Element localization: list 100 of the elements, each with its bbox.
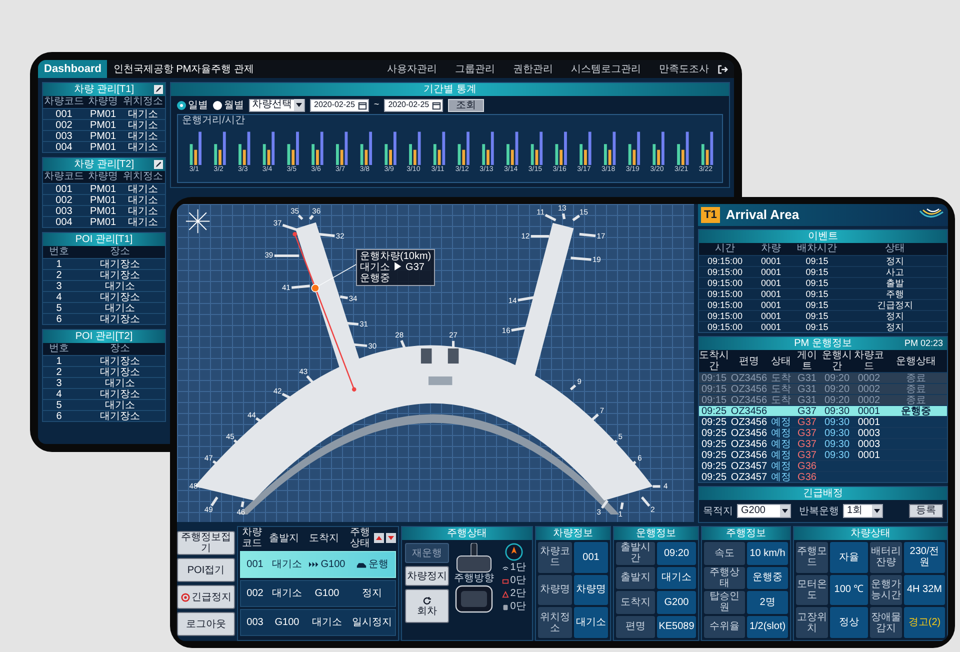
table-row[interactable]: 003 G100 대기소 일시정지	[240, 609, 396, 636]
table-cell-text: OZ3456	[730, 417, 768, 428]
table-row[interactable]: 09:25 OZ3457 예정 G36	[699, 460, 947, 471]
table-row[interactable]: 09:25 OZ3456 예정 G37 09:30 0001	[699, 416, 947, 427]
field-value: 운행중	[747, 566, 788, 589]
vehicle-select[interactable]: 차량선택	[249, 98, 305, 112]
siren-icon	[180, 592, 190, 602]
nav-link[interactable]: 시스템로그관리	[571, 62, 641, 76]
column-header: 운행상태	[895, 356, 937, 366]
table-row[interactable]: 09:25 OZ3456 예정 G37 09:30 0003	[699, 438, 947, 449]
area-title: Arrival Area	[726, 206, 800, 224]
table-cell-text: 예정	[770, 461, 792, 472]
column-header: 위치정소	[122, 171, 164, 183]
return-button[interactable]: 회차	[405, 589, 449, 623]
column-header: 차량코드	[43, 96, 85, 108]
panel-title: POI 관리[T1]	[75, 233, 133, 246]
scroll-up-button[interactable]	[374, 533, 384, 543]
gate-label: 34	[348, 294, 358, 303]
column-header: 운행시간	[821, 350, 853, 372]
menu-button[interactable]: 로그아웃	[177, 612, 235, 636]
vehicle-marker[interactable]	[311, 284, 320, 292]
panel-title: 차량정보	[553, 527, 593, 540]
table-cell-text: 대기소	[104, 400, 136, 411]
nav-link[interactable]: 권한관리	[513, 62, 553, 76]
caret-icon	[294, 99, 304, 111]
gate-label: 4	[664, 481, 668, 490]
table-cell-text: 0001	[760, 289, 782, 300]
gate-label: 6	[638, 453, 642, 462]
pencil-icon[interactable]	[154, 160, 163, 169]
table-cell-text: 09:15	[700, 395, 728, 406]
table-cell-text: 운행중	[900, 406, 932, 417]
table-row[interactable]: 001 대기소 G100 운행	[240, 551, 396, 578]
radio-option[interactable]: 월별	[213, 98, 244, 112]
panel-title: 차량 관리[T1]	[74, 83, 134, 96]
gate-label: 11	[536, 208, 545, 217]
radio-option[interactable]: 일별	[177, 98, 208, 112]
table-row[interactable]: 002 대기소 G100 정지	[240, 580, 396, 607]
table-cell-text: 0001	[760, 311, 782, 322]
stop-button[interactable]: 차량정지	[405, 566, 449, 586]
table-cell-text: 예정	[770, 472, 792, 483]
field-value: 10 km/h	[747, 542, 788, 564]
table-cell-text: 004	[54, 142, 74, 153]
table-cell-text: 09:30	[823, 428, 851, 439]
table-cell-text: 09:25	[700, 428, 728, 439]
logout-icon[interactable]	[717, 64, 728, 74]
table-cell-text: OZ3457	[730, 472, 768, 483]
gate-label: 42	[273, 386, 282, 396]
menu-button[interactable]: 주행정보접기	[177, 531, 235, 555]
repeat-select[interactable]: 1회	[843, 504, 883, 518]
field-label: 운행가능시간	[870, 574, 902, 606]
table-cell-text: 예정	[770, 450, 792, 461]
table-row[interactable]: 09:25 OZ3456 예정 G37 09:30 0003	[699, 427, 947, 438]
menu-button[interactable]: POI접기	[177, 558, 235, 582]
gate-label: 15	[580, 208, 588, 217]
nav-link[interactable]: 사용자관리	[387, 62, 437, 76]
emergency-stop-button[interactable]: 긴급정지	[177, 585, 235, 609]
table-cell-text: PM01	[88, 109, 118, 120]
nav-link[interactable]: 만족도조사	[659, 62, 709, 76]
table-cell-text: 09:30	[823, 439, 851, 450]
field-value: 1/2(slot)	[747, 616, 788, 638]
scroll-down-button[interactable]	[386, 533, 396, 543]
table-cell-text: G31	[796, 373, 818, 384]
date-field[interactable]: 2020-02-25	[310, 98, 369, 112]
table-row[interactable]: 09:15 OZ3456 도착 G31 09:20 0002 종료	[699, 383, 947, 394]
legend-text: 2단	[510, 588, 526, 600]
table-cell-text: 0001	[856, 450, 882, 461]
panel-title: 주행상태	[447, 527, 487, 540]
destination-select[interactable]: G200	[737, 504, 791, 518]
field-label: 도착지	[616, 591, 655, 614]
gate-label: 1	[618, 509, 622, 518]
gate-label: 41	[282, 283, 290, 292]
pencil-icon[interactable]	[154, 85, 163, 94]
column-header: 장소	[109, 343, 131, 355]
search-button[interactable]: 조회	[448, 98, 484, 112]
field-value: 2명	[747, 591, 788, 614]
table-row[interactable]: 09:25 OZ3456 G37 09:30 0001 운행중	[699, 405, 947, 416]
table-row[interactable]: 09:25 OZ3456 예정 G37 09:30 0001	[699, 449, 947, 460]
table-cell-text: 09:30	[823, 417, 851, 428]
gate-label: 31	[360, 320, 368, 329]
field-label: 주행모드	[796, 542, 828, 573]
table-cell-text: 09:20	[823, 395, 851, 406]
table-cell-text: 0001	[760, 278, 782, 289]
table-cell-text: 3	[55, 378, 63, 389]
gate-label: 46	[236, 507, 246, 516]
column-header: 배차시간	[796, 243, 838, 255]
table-cell-text: 09:15:00	[706, 267, 744, 278]
column-header: 번호	[48, 343, 70, 355]
table-row[interactable]: 09:15 OZ3456 도착 G31 09:20 0002 종료	[699, 372, 947, 383]
table-cell-text: OZ3456	[730, 450, 768, 461]
date-field[interactable]: 2020-02-25	[384, 98, 444, 112]
table-row[interactable]: 09:25 OZ3457 예정 G36	[699, 471, 947, 482]
table-row[interactable]: 09:15 OZ3456 도착 G31 09:20 0002 종료	[699, 394, 947, 405]
table-cell-text: 대기장소	[99, 356, 141, 367]
register-button[interactable]: 등록	[909, 504, 943, 518]
table-cell-text: 09:15	[804, 289, 830, 300]
table-cell-text: 정지	[885, 322, 905, 333]
field-value: 경고(2)	[904, 607, 945, 638]
nav-link[interactable]: 그룹관리	[455, 62, 495, 76]
table-cell-text: 대기소	[271, 588, 303, 599]
table-cell-text: 09:15:00	[706, 300, 744, 311]
